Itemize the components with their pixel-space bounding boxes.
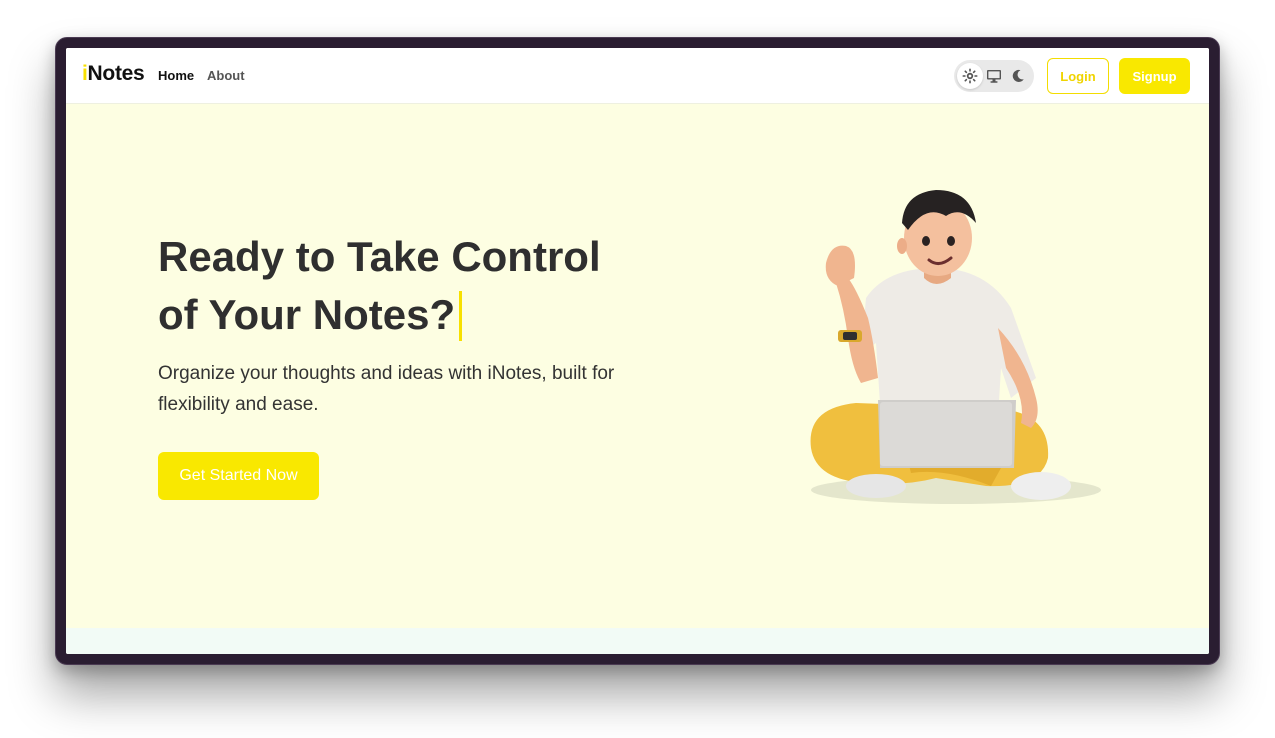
signup-button[interactable]: Signup bbox=[1119, 58, 1190, 94]
typing-caret bbox=[459, 291, 463, 341]
get-started-button[interactable]: Get Started Now bbox=[158, 452, 319, 500]
theme-light-button[interactable] bbox=[957, 63, 983, 89]
moon-icon bbox=[1012, 69, 1024, 82]
hero-subtitle: Organize your thoughts and ideas with iN… bbox=[158, 363, 615, 415]
browser-viewport: iNotes Home About Login Signup Ready to … bbox=[66, 48, 1209, 654]
laptop-frame: iNotes Home About Login Signup Ready to … bbox=[55, 37, 1220, 665]
nav-about-link[interactable]: About bbox=[207, 68, 245, 83]
brand-logo[interactable]: iNotes bbox=[82, 62, 145, 86]
hero-title: Ready to Take Control of Your Notes? bbox=[158, 228, 658, 344]
login-button[interactable]: Login bbox=[1047, 58, 1109, 94]
monitor-icon bbox=[987, 70, 1001, 83]
sun-icon bbox=[962, 68, 978, 84]
theme-toggle bbox=[954, 60, 1034, 92]
stage: iNotes Home About Login Signup Ready to … bbox=[0, 0, 1275, 738]
brand-name: Notes bbox=[87, 62, 145, 85]
person-with-laptop-illustration bbox=[810, 190, 1101, 504]
nav-home-link[interactable]: Home bbox=[158, 68, 194, 83]
next-section-edge bbox=[66, 628, 1209, 654]
hero-title-line1: Ready to Take Control bbox=[158, 233, 601, 280]
hero-title-line2: of Your Notes? bbox=[158, 291, 456, 338]
navbar: iNotes Home About Login Signup bbox=[66, 48, 1209, 104]
theme-dark-button[interactable] bbox=[1005, 63, 1031, 89]
theme-system-button[interactable] bbox=[981, 63, 1007, 89]
